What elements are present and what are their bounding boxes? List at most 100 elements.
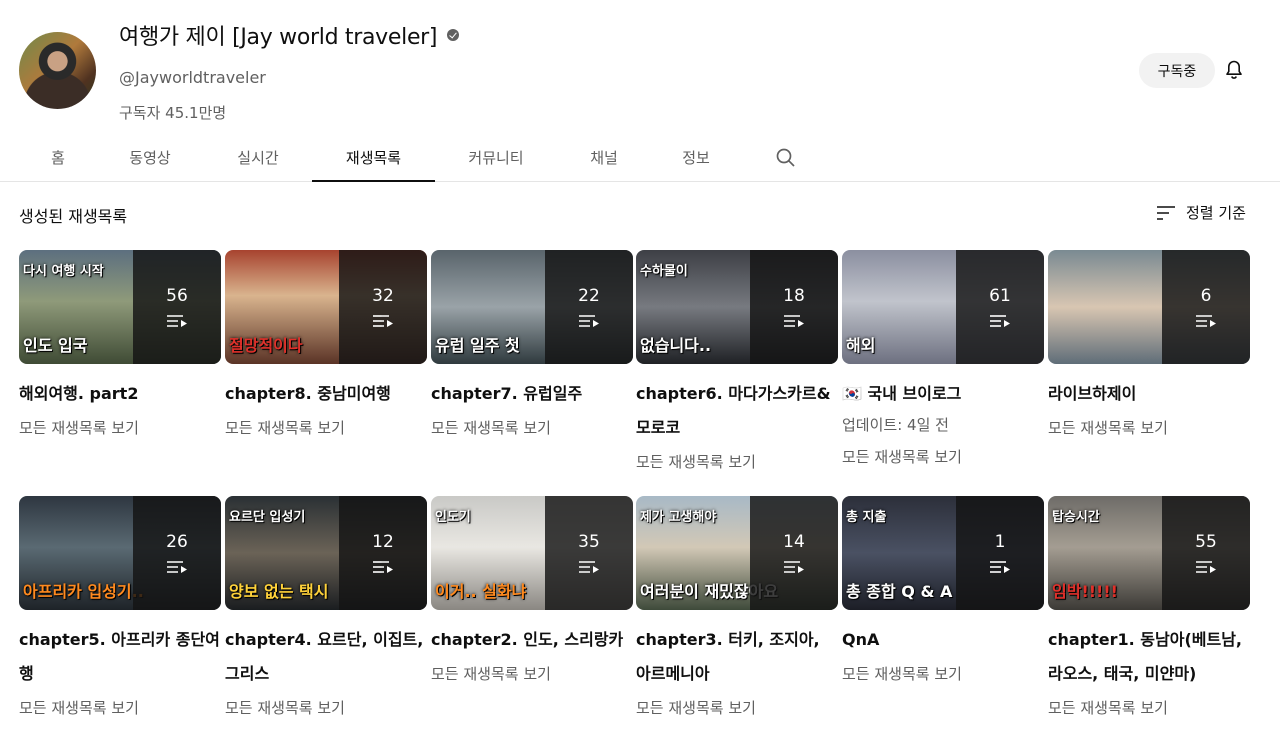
verified-badge-icon [447, 29, 460, 41]
playlist-icon [784, 315, 804, 327]
thumbnail-caption: 인도 입국 [23, 336, 88, 355]
view-full-playlist-link[interactable]: 모든 재생목록 보기 [842, 657, 1044, 691]
playlist-thumbnail[interactable]: 절망적이다 32 [225, 250, 427, 364]
playlist-title[interactable]: chapter6. 마다가스카르&모로코 [636, 377, 838, 445]
playlist-card[interactable]: 요르단 입성기양보 없는 택시 12 chapter4. 요르단, 이집트, 그리스… [225, 496, 427, 725]
view-full-playlist-link[interactable]: 모든 재생목록 보기 [636, 445, 838, 479]
playlist-card[interactable]: 제가 고생해야 여러분이 재밌잖아요 14 chapter3. 터키, 조지아, 아르… [636, 496, 838, 725]
view-full-playlist-link[interactable]: 모든 재생목록 보기 [225, 691, 427, 725]
channel-name-text: 여행가 제이 [Jay world traveler] [119, 25, 438, 50]
playlist-thumbnail[interactable]: 요르단 입성기양보 없는 택시 12 [225, 496, 427, 610]
playlist-thumbnail[interactable]: 수하물이없습니다.. 18 [636, 250, 838, 364]
thumbnail-caption: 이거.. 실화냐 [435, 582, 527, 601]
view-full-playlist-link[interactable]: 모든 재생목록 보기 [431, 411, 633, 445]
video-count: 35 [578, 532, 600, 552]
tab-community[interactable]: 커뮤니티 [452, 134, 540, 181]
playlist-title[interactable]: 해외여행. part2 [19, 377, 221, 411]
playlist-title[interactable]: chapter2. 인도, 스리랑카 [431, 623, 633, 657]
playlist-thumbnail[interactable]: 총 지출 총 종합 Q & A 1 [842, 496, 1044, 610]
video-count: 18 [783, 286, 805, 306]
view-full-playlist-link[interactable]: 모든 재생목록 보기 [1048, 691, 1250, 725]
view-full-playlist-link[interactable]: 모든 재생목록 보기 [636, 691, 838, 725]
view-full-playlist-link[interactable]: 모든 재생목록 보기 [19, 411, 221, 445]
playlist-icon [167, 315, 187, 327]
playlist-card[interactable]: 다시 여행 시작인도 입국 56 해외여행. part2 모든 재생목록 보기 [19, 250, 221, 445]
playlist-title[interactable]: 🇰🇷 국내 브이로그 [842, 377, 1044, 411]
thumbnail-caption-top: 수하물이 [640, 264, 688, 279]
view-full-playlist-link[interactable]: 모든 재생목록 보기 [1048, 411, 1250, 445]
thumbnail-caption-top: 다시 여행 시작 [23, 264, 104, 279]
channel-avatar[interactable] [19, 32, 96, 109]
playlist-count-overlay: 12 [339, 496, 427, 610]
tab-videos[interactable]: 동영상 [112, 134, 188, 181]
playlist-title[interactable]: chapter8. 중남미여행 [225, 377, 427, 411]
view-full-playlist-link[interactable]: 모든 재생목록 보기 [225, 411, 427, 445]
playlist-card[interactable]: 아프리카 입성기.. 26 chapter5. 아프리카 종단여행 모든 재생목록 보… [19, 496, 221, 725]
thumbnail-caption: 양보 없는 택시 [229, 582, 329, 601]
notification-bell-icon[interactable] [1222, 58, 1246, 82]
view-full-playlist-link[interactable]: 모든 재생목록 보기 [842, 440, 1044, 474]
playlist-card[interactable]: 총 지출 총 종합 Q & A 1 QnA 모든 재생목록 보기 [842, 496, 1044, 691]
playlist-card[interactable]: 유럽 일주 첫 22 chapter7. 유럽일주 모든 재생목록 보기 [431, 250, 633, 445]
playlist-icon [1196, 561, 1216, 573]
playlist-icon [167, 561, 187, 573]
video-count: 6 [1200, 286, 1212, 306]
playlist-card[interactable]: 해외 61 🇰🇷 국내 브이로그업데이트: 4일 전모든 재생목록 보기 [842, 250, 1044, 474]
playlist-card[interactable]: 절망적이다 32 chapter8. 중남미여행 모든 재생목록 보기 [225, 250, 427, 445]
playlist-card[interactable]: 6 라이브하제이 모든 재생목록 보기 [1048, 250, 1250, 445]
playlist-icon [784, 561, 804, 573]
playlist-icon [990, 315, 1010, 327]
video-count: 56 [166, 286, 188, 306]
video-count: 32 [372, 286, 394, 306]
thumbnail-caption: 절망적이다 [229, 336, 303, 355]
thumbnail-caption-top: 인도기 [435, 510, 471, 525]
playlist-thumbnail[interactable]: 6 [1048, 250, 1250, 364]
video-count: 55 [1195, 532, 1217, 552]
playlist-title[interactable]: chapter1. 동남아(베트남, 라오스, 태국, 미얀마) [1048, 623, 1250, 691]
playlist-thumbnail[interactable]: 다시 여행 시작인도 입국 56 [19, 250, 221, 364]
playlist-title[interactable]: chapter3. 터키, 조지아, 아르메니아 [636, 623, 838, 691]
playlist-thumbnail[interactable]: 유럽 일주 첫 22 [431, 250, 633, 364]
thumbnail-caption: 유럽 일주 첫 [435, 336, 520, 355]
playlist-card[interactable]: 탑승시간임박!!!!! 55 chapter1. 동남아(베트남, 라오스, 태국,… [1048, 496, 1250, 725]
tab-playlists[interactable]: 재생목록 [312, 134, 435, 182]
video-count: 12 [372, 532, 394, 552]
playlist-title[interactable]: chapter4. 요르단, 이집트, 그리스 [225, 623, 427, 691]
playlist-count-overlay: 55 [1162, 496, 1250, 610]
thumbnail-caption-top: 요르단 입성기 [229, 510, 306, 525]
playlist-thumbnail[interactable]: 해외 61 [842, 250, 1044, 364]
playlist-count-overlay: 1 [956, 496, 1044, 610]
playlist-thumbnail[interactable]: 탑승시간임박!!!!! 55 [1048, 496, 1250, 610]
thumbnail-caption: 임박!!!!! [1052, 582, 1118, 601]
playlist-title[interactable]: QnA [842, 623, 1044, 657]
playlist-count-overlay: 26 [133, 496, 221, 610]
playlist-icon [1196, 315, 1216, 327]
sort-button[interactable]: 정렬 기준 [1156, 202, 1246, 223]
playlist-icon [579, 561, 599, 573]
playlist-icon [579, 315, 599, 327]
tab-about[interactable]: 정보 [668, 134, 724, 181]
video-count: 61 [989, 286, 1011, 306]
search-icon[interactable] [772, 144, 800, 172]
tab-channels[interactable]: 채널 [576, 134, 632, 181]
playlist-updated: 업데이트: 4일 전 [842, 416, 949, 434]
playlist-thumbnail[interactable]: 제가 고생해야 여러분이 재밌잖아요 14 [636, 496, 838, 610]
playlist-title[interactable]: chapter5. 아프리카 종단여행 [19, 623, 221, 691]
playlist-title[interactable]: chapter7. 유럽일주 [431, 377, 633, 411]
playlist-title[interactable]: 라이브하제이 [1048, 377, 1250, 411]
thumbnail-caption-top: 탑승시간 [1052, 510, 1100, 525]
sort-icon [1157, 205, 1175, 220]
subscriber-count: 구독자 45.1만명 [119, 104, 227, 122]
thumbnail-caption: 없습니다.. [640, 336, 712, 355]
view-full-playlist-link[interactable]: 모든 재생목록 보기 [431, 657, 633, 691]
tab-home[interactable]: 홈 [36, 134, 80, 181]
subscribed-button[interactable]: 구독중 [1139, 53, 1215, 88]
playlist-card[interactable]: 인도기이거.. 실화냐 35 chapter2. 인도, 스리랑카 모든 재생목록 보… [431, 496, 633, 691]
playlist-thumbnail[interactable]: 인도기이거.. 실화냐 35 [431, 496, 633, 610]
playlist-card[interactable]: 수하물이없습니다.. 18 chapter6. 마다가스카르&모로코 모든 재생목록 … [636, 250, 838, 479]
playlist-thumbnail[interactable]: 아프리카 입성기.. 26 [19, 496, 221, 610]
video-count: 22 [578, 286, 600, 306]
view-full-playlist-link[interactable]: 모든 재생목록 보기 [19, 691, 221, 725]
tab-live[interactable]: 실시간 [220, 134, 296, 181]
sort-label: 정렬 기준 [1186, 204, 1246, 222]
